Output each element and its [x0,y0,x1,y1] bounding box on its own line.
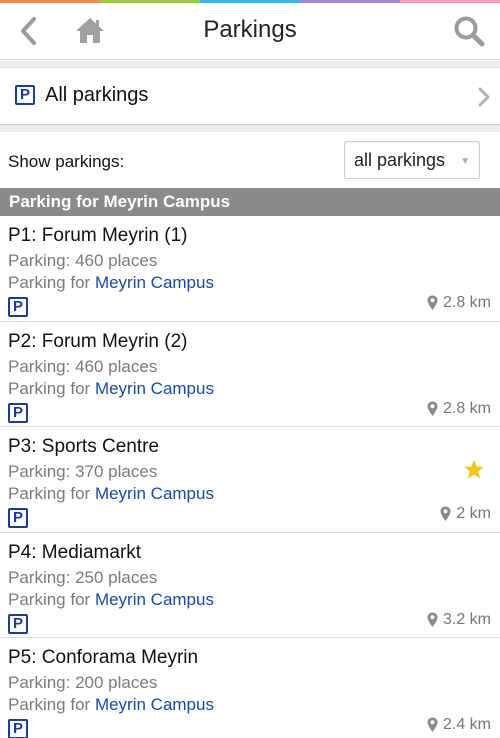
campus-prefix: Parking for [8,273,95,292]
parking-distance: 2 km [440,505,491,523]
parking-list-item[interactable]: P5: Conforama Meyrin Parking: 200 places… [0,638,500,738]
campus-prefix: Parking for [8,484,95,503]
parking-icon: P [8,508,28,528]
campus-prefix: Parking for [8,695,95,714]
filter-row: Show parkings: all parkings ▼ [0,132,500,188]
parking-places: Parking: 200 places [8,673,158,692]
parking-list: P1: Forum Meyrin (1) Parking: 460 places… [0,216,500,738]
parking-campus: Parking for Meyrin Campus [8,695,214,715]
parking-icon: P [8,402,28,423]
parking-icon: P [8,613,28,634]
campus-link[interactable]: Meyrin Campus [95,484,214,503]
parking-distance: 3.2 km [427,611,491,629]
section-header: Parking for Meyrin Campus [0,188,500,216]
distance-value: 2 km [456,505,491,522]
parking-distance: 2.8 km [427,400,491,418]
parking-name: P3: Sports Centre [8,436,160,457]
parking-campus: Parking for Meyrin Campus [8,273,214,293]
parking-campus: Parking for Meyrin Campus [8,590,214,610]
parking-list-item[interactable]: P2: Forum Meyrin (2) Parking: 460 places… [0,321,500,427]
all-parkings-label: All parkings [45,84,149,106]
app-header: Parkings [0,3,500,60]
separator-band [0,125,500,132]
location-pin-icon [427,717,438,732]
parking-places: Parking: 370 places [8,462,158,481]
distance-value: 2.4 km [442,716,491,733]
chevron-right-icon [478,87,490,107]
parking-name: P1: Forum Meyrin (1) [8,225,188,246]
dropdown-caret-icon: ▼ [460,156,470,167]
parking-icon: P [8,297,28,317]
location-pin-icon [427,295,438,310]
parking-distance: 2.8 km [427,294,491,312]
parking-places: Parking: 250 places [8,567,158,587]
show-parkings-label: Show parkings: [8,152,125,171]
campus-prefix: Parking for [8,378,95,398]
distance-value: 2.8 km [442,294,491,311]
campus-link[interactable]: Meyrin Campus [95,590,214,609]
parking-campus: Parking for Meyrin Campus [8,379,214,399]
location-pin-icon [427,401,438,416]
campus-link[interactable]: Meyrin Campus [95,273,214,292]
all-parkings-row[interactable]: P All parkings [0,67,500,125]
parking-icon: P [8,719,28,738]
distance-value: 3.2 km [442,610,491,628]
distance-value: 2.8 km [442,399,491,417]
parking-list-item[interactable]: P1: Forum Meyrin (1) Parking: 460 places… [0,216,500,322]
page-title: Parkings [203,16,297,43]
campus-link[interactable]: Meyrin Campus [95,379,214,398]
location-pin-icon [427,612,438,627]
parking-name: P2: Forum Meyrin (2) [8,330,188,352]
campus-link[interactable]: Meyrin Campus [95,695,214,714]
parking-filter-select[interactable]: all parkings ▼ [344,141,480,179]
parking-name: P5: Conforama Meyrin [8,647,199,668]
location-pin-icon [440,506,451,521]
parking-distance: 2.4 km [427,716,491,734]
parking-name: P4: Mediamarkt [8,541,142,563]
filter-selected-value: all parkings [354,150,446,170]
search-icon[interactable] [452,14,486,48]
parking-places: Parking: 460 places [8,356,158,376]
parking-icon: P [15,85,35,105]
parking-list-item[interactable]: P4: Mediamarkt Parking: 250 places Parki… [0,532,500,638]
section-title: Parking for Meyrin Campus [9,192,231,211]
campus-prefix: Parking for [8,589,95,609]
parking-list-item[interactable]: P3: Sports Centre Parking: 370 places Pa… [0,427,500,533]
favorite-star-icon[interactable] [463,459,485,481]
parking-campus: Parking for Meyrin Campus [8,484,214,504]
parking-places: Parking: 460 places [8,251,158,270]
